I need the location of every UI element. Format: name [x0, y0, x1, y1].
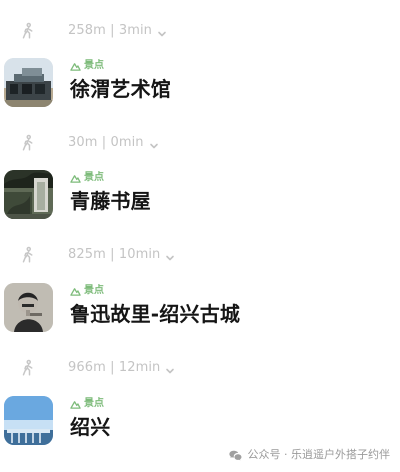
mountain-icon — [70, 173, 81, 184]
chevron-down-icon[interactable] — [157, 27, 167, 37]
segment-distance-time: 258m | 3min — [68, 22, 167, 40]
poi-title[interactable]: 鲁迅故里-绍兴古城 — [70, 301, 240, 327]
poi-item[interactable]: 景点 鲁迅故里-绍兴古城 — [0, 283, 400, 339]
sky-photo — [4, 396, 53, 445]
segment-distance-time: 966m | 12min — [68, 359, 175, 377]
poi-tag-label: 景点 — [84, 172, 104, 183]
poi-item[interactable]: 景点 青藤书屋 — [0, 170, 400, 226]
walk-icon — [19, 359, 37, 377]
watermark-text: 公众号 · 乐逍遥户外搭子约伴 — [247, 448, 391, 461]
route-segment[interactable]: 30m | 0min — [0, 132, 400, 154]
route-segment[interactable]: 825m | 10min — [0, 244, 400, 266]
walk-icon — [19, 246, 37, 264]
poi-title[interactable]: 青藤书屋 — [70, 188, 151, 214]
portrait-photo — [4, 283, 53, 332]
poi-thumbnail[interactable] — [4, 283, 53, 332]
poi-title[interactable]: 徐渭艺术馆 — [70, 76, 171, 102]
walk-icon — [19, 22, 37, 40]
garden-photo — [4, 170, 53, 219]
poi-tag-label: 景点 — [84, 285, 104, 296]
segment-label: 30m | 0min — [68, 135, 144, 150]
poi-tag: 景点 — [70, 398, 104, 410]
poi-tag: 景点 — [70, 60, 104, 72]
segment-distance-time: 30m | 0min — [68, 134, 159, 152]
poi-tag-label: 景点 — [84, 60, 104, 71]
wechat-icon — [228, 448, 242, 462]
poi-tag: 景点 — [70, 172, 104, 184]
mountain-icon — [70, 286, 81, 297]
building-photo — [4, 58, 53, 107]
poi-tag-label: 景点 — [84, 398, 104, 409]
poi-title[interactable]: 绍兴 — [70, 414, 110, 440]
watermark: 公众号 · 乐逍遥户外搭子约伴 — [228, 448, 391, 462]
mountain-icon — [70, 399, 81, 410]
route-segment[interactable]: 966m | 12min — [0, 357, 400, 379]
poi-thumbnail[interactable] — [4, 58, 53, 107]
segment-label: 258m | 3min — [68, 23, 153, 38]
route-page: 258m | 3min 景点 徐渭艺术馆 30m | 0min 景点 青藤书屋 … — [0, 0, 400, 472]
poi-item[interactable]: 景点 徐渭艺术馆 — [0, 58, 400, 114]
poi-thumbnail[interactable] — [4, 396, 53, 445]
chevron-down-icon[interactable] — [165, 251, 175, 261]
poi-item[interactable]: 景点 绍兴 — [0, 396, 400, 452]
chevron-down-icon[interactable] — [165, 364, 175, 374]
walk-icon — [19, 134, 37, 152]
segment-label: 825m | 10min — [68, 247, 161, 262]
segment-distance-time: 825m | 10min — [68, 246, 175, 264]
mountain-icon — [70, 61, 81, 72]
segment-label: 966m | 12min — [68, 360, 161, 375]
chevron-down-icon[interactable] — [149, 139, 159, 149]
poi-thumbnail[interactable] — [4, 170, 53, 219]
route-segment[interactable]: 258m | 3min — [0, 20, 400, 42]
poi-tag: 景点 — [70, 285, 104, 297]
